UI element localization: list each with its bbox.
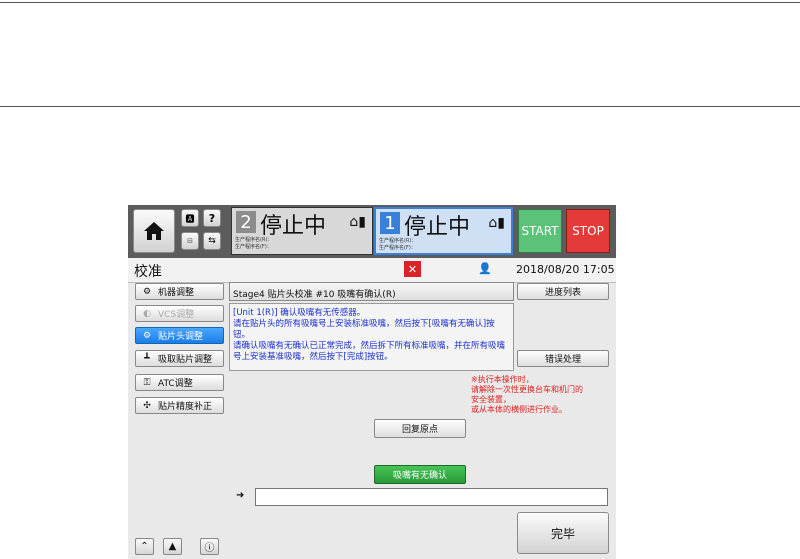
sidebar-item-label: 贴片头调整 <box>158 332 204 342</box>
machine-screen: 🅰 ? ⊟ ⇆ 2 停止中 ⌂▮ 生产程序名(R)： 生产程序名(F)： 1 停… <box>128 205 616 559</box>
close-icon: ✕ <box>407 262 418 276</box>
sidebar-item-head-adjust[interactable]: ⚙ 贴片头调整 <box>135 327 224 344</box>
warning-line: 请解除一次性更换台车和机门的 <box>471 385 583 394</box>
instruction-line: 请确认吸嘴有无确认已正常完成，然后拆下所有标准吸嘴，并在所有吸嘴号上安装基准吸嘴… <box>233 341 506 362</box>
stage-status: 停止中 <box>404 215 471 240</box>
sidebar-item-label: 机器调整 <box>158 288 195 298</box>
nozzle-check-button[interactable]: 吸嘴有无确认 <box>374 465 466 484</box>
transfer-icon: ⇆ <box>208 236 216 246</box>
program-name-f: 生产程序名(F)： <box>379 245 416 251</box>
warning-triangle-icon: ▲ <box>168 541 177 552</box>
head-icon: ⚙ <box>142 330 152 341</box>
start-button[interactable]: START <box>518 209 562 253</box>
collapse-button[interactable]: ⌃ <box>135 538 154 555</box>
ruler-button[interactable]: ⊟ <box>181 232 199 250</box>
top-divider <box>0 2 800 3</box>
sidebar-item-vcs-adjust[interactable]: ◐ VCS调整 <box>135 305 224 322</box>
warning-line: ※执行本操作时， <box>471 375 534 384</box>
gear-icon: ⚙ <box>142 286 152 297</box>
return-origin-button[interactable]: 回复原点 <box>374 419 466 438</box>
program-names: 生产程序名(R)： 生产程序名(F)： <box>235 237 272 251</box>
atc-icon: ⚿ <box>143 377 151 388</box>
safety-warning: ※执行本操作时， 请解除一次性更换台车和机门的 安全装置， 或从本体的横侧进行作… <box>471 375 611 415</box>
instructions-box: [Unit 1(R)] 确认吸嘴有无传感器。 请在贴片头的所有吸嘴号上安装标准吸… <box>229 303 514 371</box>
user-icon: 👤 <box>478 262 492 275</box>
camera-icon: ◐ <box>143 308 151 319</box>
crosshair-icon: ✣ <box>143 400 151 411</box>
double-chevron-up-icon: ⌃ <box>140 541 149 552</box>
page-title: 校准 <box>134 264 162 280</box>
stage-home-icon: ⌂▮ <box>349 214 366 230</box>
question-icon: ? <box>208 211 216 225</box>
complete-button[interactable]: 完毕 <box>517 512 609 554</box>
home-button[interactable] <box>133 209 175 253</box>
program-name-r: 生产程序名(R)： <box>379 238 417 244</box>
arrow-icon: ➜ <box>236 490 245 501</box>
stage-home-icon: ⌂▮ <box>488 215 505 231</box>
stage-panel-1[interactable]: 1 停止中 ⌂▮ 生产程序名(R)： 生产程序名(F)： <box>374 207 513 255</box>
warning-line: 或从本体的横侧进行作业。 <box>471 405 567 414</box>
close-button[interactable]: ✕ <box>404 261 421 277</box>
sidebar-item-label: ATC调整 <box>158 379 193 389</box>
warning-line: 安全装置， <box>471 395 511 404</box>
sidebar-item-pickup-adjust[interactable]: ┻ 吸取贴片调整 <box>135 350 224 367</box>
info-icon: ⓘ <box>204 543 215 554</box>
program-name-r: 生产程序名(R)： <box>235 237 273 243</box>
progress-list-button[interactable]: 进度列表 <box>517 283 609 300</box>
program-names: 生产程序名(R)： 生产程序名(F)： <box>379 238 416 252</box>
stage-number-badge: 2 <box>236 211 256 233</box>
sidebar-item-atc-adjust[interactable]: ⚿ ATC调整 <box>135 374 224 391</box>
ruler-icon: ⊟ <box>187 237 193 245</box>
transfer-button[interactable]: ⇆ <box>203 232 221 250</box>
user-level-button[interactable]: 🅰 <box>181 209 199 227</box>
nozzle-icon: ┻ <box>144 353 150 364</box>
command-input[interactable] <box>255 488 608 506</box>
stop-button[interactable]: STOP <box>566 209 610 253</box>
sidebar-item-label: VCS调整 <box>158 310 195 320</box>
help-button[interactable]: ? <box>203 209 221 227</box>
program-name-f: 生产程序名(F)： <box>235 244 272 250</box>
alarm-button[interactable]: ▲ <box>163 538 182 555</box>
sidebar-item-label: 吸取贴片调整 <box>158 355 213 365</box>
stage-number-badge: 1 <box>380 212 400 234</box>
stage-panel-2[interactable]: 2 停止中 ⌂▮ 生产程序名(R)： 生产程序名(F)： <box>231 207 373 255</box>
title-bar: 校准 ✕ 👤 2018/08/20 17:05 <box>128 258 616 283</box>
error-handling-button[interactable]: 错误处理 <box>517 350 609 367</box>
home-icon <box>144 222 164 240</box>
instruction-line: [Unit 1(R)] 确认吸嘴有无传感器。 <box>233 308 366 318</box>
mid-divider <box>0 106 800 107</box>
info-button[interactable]: ⓘ <box>200 538 219 555</box>
datetime: 2018/08/20 17:05 <box>516 263 615 276</box>
step-header: Stage4 贴片头校准 #10 吸嘴有确认(R) <box>229 282 514 301</box>
stage-status: 停止中 <box>260 214 327 239</box>
sidebar-item-label: 贴片精度补正 <box>158 402 213 412</box>
sidebar-item-accuracy-correction[interactable]: ✣ 贴片精度补正 <box>135 397 224 414</box>
badge-icon: 🅰 <box>185 214 195 225</box>
instruction-line: 请在贴片头的所有吸嘴号上安装标准吸嘴，然后按下[吸嘴有无确认]按钮。 <box>233 319 495 340</box>
sidebar-item-machine-adjust[interactable]: ⚙ 机器调整 <box>135 283 224 300</box>
top-bar: 🅰 ? ⊟ ⇆ 2 停止中 ⌂▮ 生产程序名(R)： 生产程序名(F)： 1 停… <box>128 205 616 258</box>
